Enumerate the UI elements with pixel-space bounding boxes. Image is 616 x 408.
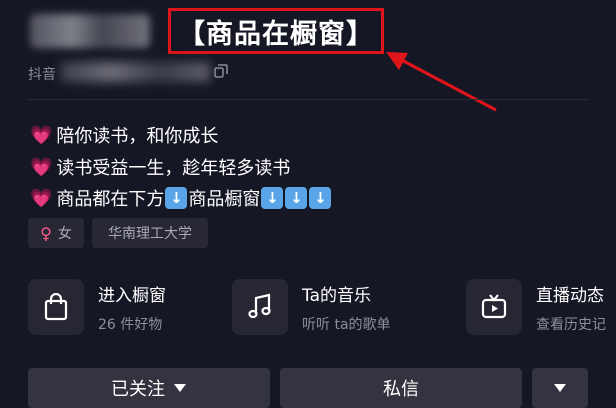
feature-subtitle: 查看历史记: [536, 316, 606, 333]
feature-icon-box: [28, 279, 84, 335]
copy-icon[interactable]: [214, 64, 228, 78]
douyin-id-blurred: [60, 62, 210, 82]
down-arrow-icon: ↓: [309, 187, 332, 209]
caret-down-icon: [174, 384, 186, 392]
down-arrow-icon: ↓: [165, 187, 188, 209]
header-divider: [28, 99, 588, 100]
tv-play-icon: [481, 294, 507, 319]
feature-music[interactable]: Ta的音乐 听听 ta的歌单: [232, 272, 391, 342]
bio-line-text: 商品橱窗: [188, 189, 261, 210]
music-note-icon: [248, 293, 271, 319]
bio-line-2: 💗 读书受益一生，趁年轻多读书: [30, 154, 290, 180]
feature-title: Ta的音乐: [302, 285, 371, 306]
feature-icon-box: [232, 279, 288, 335]
bio-line-text: 读书受益一生，趁年轻多读书: [56, 158, 291, 179]
down-arrow-icon: ↓: [285, 187, 308, 209]
heart-icon: 💗: [30, 156, 53, 178]
douyin-id-label: 抖音: [28, 67, 56, 83]
school-tag: 华南理工大学: [92, 218, 208, 248]
username-blurred: [30, 14, 150, 48]
more-dropdown-button[interactable]: [532, 368, 588, 408]
heart-icon: 💗: [30, 124, 53, 146]
feature-title: 进入橱窗: [98, 285, 166, 306]
red-arrow-annotation-icon: [386, 52, 497, 112]
shopping-bag-icon: [44, 293, 68, 321]
feature-subtitle: 26 件好物: [98, 316, 163, 333]
feature-icon-box: [466, 279, 522, 335]
highlighted-title-text: 【商品在橱窗】: [178, 18, 374, 50]
bio-line-3: 💗 商品都在下方 ↓ 商品橱窗 ↓ ↓ ↓: [30, 185, 332, 211]
down-arrow-icon: ↓: [261, 187, 284, 209]
highlighted-title: 【商品在橱窗】: [168, 8, 384, 54]
heart-icon: 💗: [30, 187, 53, 209]
message-button[interactable]: 私信: [280, 368, 522, 408]
message-button-label: 私信: [383, 379, 419, 400]
bio-line-text: 商品都在下方: [56, 189, 165, 210]
female-symbol-icon: ♀: [40, 223, 52, 243]
feature-subtitle: 听听 ta的歌单: [302, 316, 391, 333]
gender-tag: ♀ 女: [28, 218, 84, 248]
bio-line-text: 陪你读书，和你成长: [56, 126, 219, 147]
gender-tag-label: 女: [57, 226, 72, 242]
followed-button-label: 已关注: [111, 379, 165, 400]
feature-shop-window[interactable]: 进入橱窗 26 件好物: [28, 272, 166, 342]
school-tag-label: 华南理工大学: [108, 226, 192, 242]
caret-down-icon: [554, 384, 566, 392]
feature-live[interactable]: 直播动态 查看历史记: [466, 272, 606, 342]
feature-title: 直播动态: [536, 285, 604, 306]
followed-button[interactable]: 已关注: [28, 368, 270, 408]
bio-line-1: 💗 陪你读书，和你成长: [30, 122, 218, 148]
